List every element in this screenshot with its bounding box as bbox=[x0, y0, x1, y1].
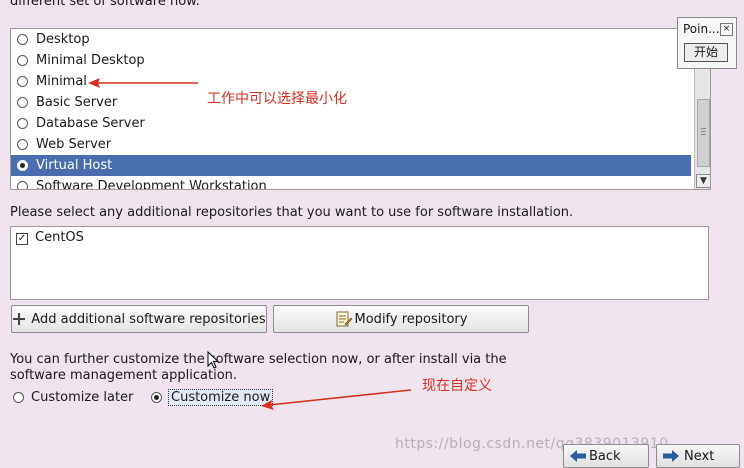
repository-item-label: CentOS bbox=[35, 230, 84, 245]
grip-line bbox=[701, 131, 706, 132]
list-item-web-server[interactable]: Web Server bbox=[11, 134, 691, 155]
back-label: Back bbox=[589, 448, 621, 464]
annotation-minimal-note: 工作中可以选择最小化 bbox=[207, 91, 347, 107]
customize-later-label: Customize later bbox=[31, 390, 134, 405]
arrow-left-icon bbox=[570, 450, 586, 462]
radio-icon[interactable] bbox=[17, 55, 28, 66]
customize-now-option[interactable]: Customize now bbox=[150, 389, 274, 406]
modify-repository-label: Modify repository bbox=[354, 311, 468, 327]
next-button[interactable]: Next bbox=[656, 444, 740, 468]
list-item-label: Database Server bbox=[36, 116, 145, 131]
radio-icon[interactable] bbox=[17, 118, 28, 129]
repository-list[interactable]: ✓ CentOS bbox=[10, 226, 709, 300]
start-button[interactable]: 开始 bbox=[684, 43, 728, 62]
radio-icon[interactable] bbox=[13, 392, 24, 403]
radio-icon[interactable] bbox=[17, 97, 28, 108]
annotation-arrow-icon bbox=[88, 78, 198, 88]
arrow-right-icon bbox=[663, 450, 679, 462]
floating-window-title: Poin... bbox=[683, 22, 720, 36]
floating-window[interactable]: Poin... × 开始 bbox=[677, 17, 737, 69]
list-item-label: Software Development Workstation bbox=[36, 179, 267, 190]
radio-selected-icon[interactable] bbox=[151, 392, 162, 403]
radio-selected-icon[interactable] bbox=[17, 160, 28, 171]
next-label: Next bbox=[684, 448, 715, 464]
scroll-down-arrow-icon[interactable]: ▼ bbox=[696, 174, 710, 188]
list-item-virtual-host[interactable]: Virtual Host bbox=[11, 155, 691, 176]
modify-repository-button[interactable]: Modify repository bbox=[273, 305, 529, 333]
customize-now-label: Customize now bbox=[168, 389, 274, 406]
annotation-arrow-icon bbox=[261, 389, 412, 410]
back-button[interactable]: Back bbox=[563, 444, 649, 468]
software-list[interactable]: Desktop Minimal Desktop Minimal Basic Se… bbox=[10, 28, 711, 190]
list-item-desktop[interactable]: Desktop bbox=[11, 29, 691, 50]
list-item-minimal-desktop[interactable]: Minimal Desktop bbox=[11, 50, 691, 71]
radio-icon[interactable] bbox=[17, 139, 28, 150]
customize-later-option[interactable]: Customize later bbox=[12, 390, 133, 405]
list-item-label: Desktop bbox=[36, 32, 90, 47]
mouse-cursor-icon bbox=[207, 351, 219, 369]
list-item-label: Basic Server bbox=[36, 95, 118, 110]
repositories-prompt: Please select any additional repositorie… bbox=[10, 205, 574, 220]
scrollbar-thumb[interactable] bbox=[697, 99, 710, 167]
plus-icon bbox=[13, 313, 26, 325]
add-repositories-button[interactable]: Add additional software repositories bbox=[11, 305, 267, 333]
radio-icon[interactable] bbox=[17, 34, 28, 45]
checkbox-checked-icon[interactable]: ✓ bbox=[16, 233, 28, 245]
list-item-label: Minimal Desktop bbox=[36, 53, 145, 68]
annotation-customize-note: 现在自定义 bbox=[422, 378, 492, 394]
grip-line bbox=[701, 128, 706, 129]
grip-line bbox=[701, 134, 706, 135]
radio-icon[interactable] bbox=[17, 76, 28, 87]
add-repositories-label: Add additional software repositories bbox=[31, 311, 266, 327]
close-icon[interactable]: × bbox=[720, 23, 733, 36]
edit-document-icon bbox=[336, 311, 352, 327]
radio-icon[interactable] bbox=[17, 181, 28, 189]
list-item-label: Virtual Host bbox=[36, 158, 113, 173]
list-item-label: Minimal bbox=[36, 74, 87, 89]
list-item-software-development-workstation[interactable]: Software Development Workstation bbox=[11, 176, 691, 190]
list-item-basic-server[interactable]: Basic Server bbox=[11, 92, 691, 113]
list-item-database-server[interactable]: Database Server bbox=[11, 113, 691, 134]
intro-text: different set of software now. bbox=[10, 0, 200, 9]
list-item-label: Web Server bbox=[36, 137, 112, 152]
